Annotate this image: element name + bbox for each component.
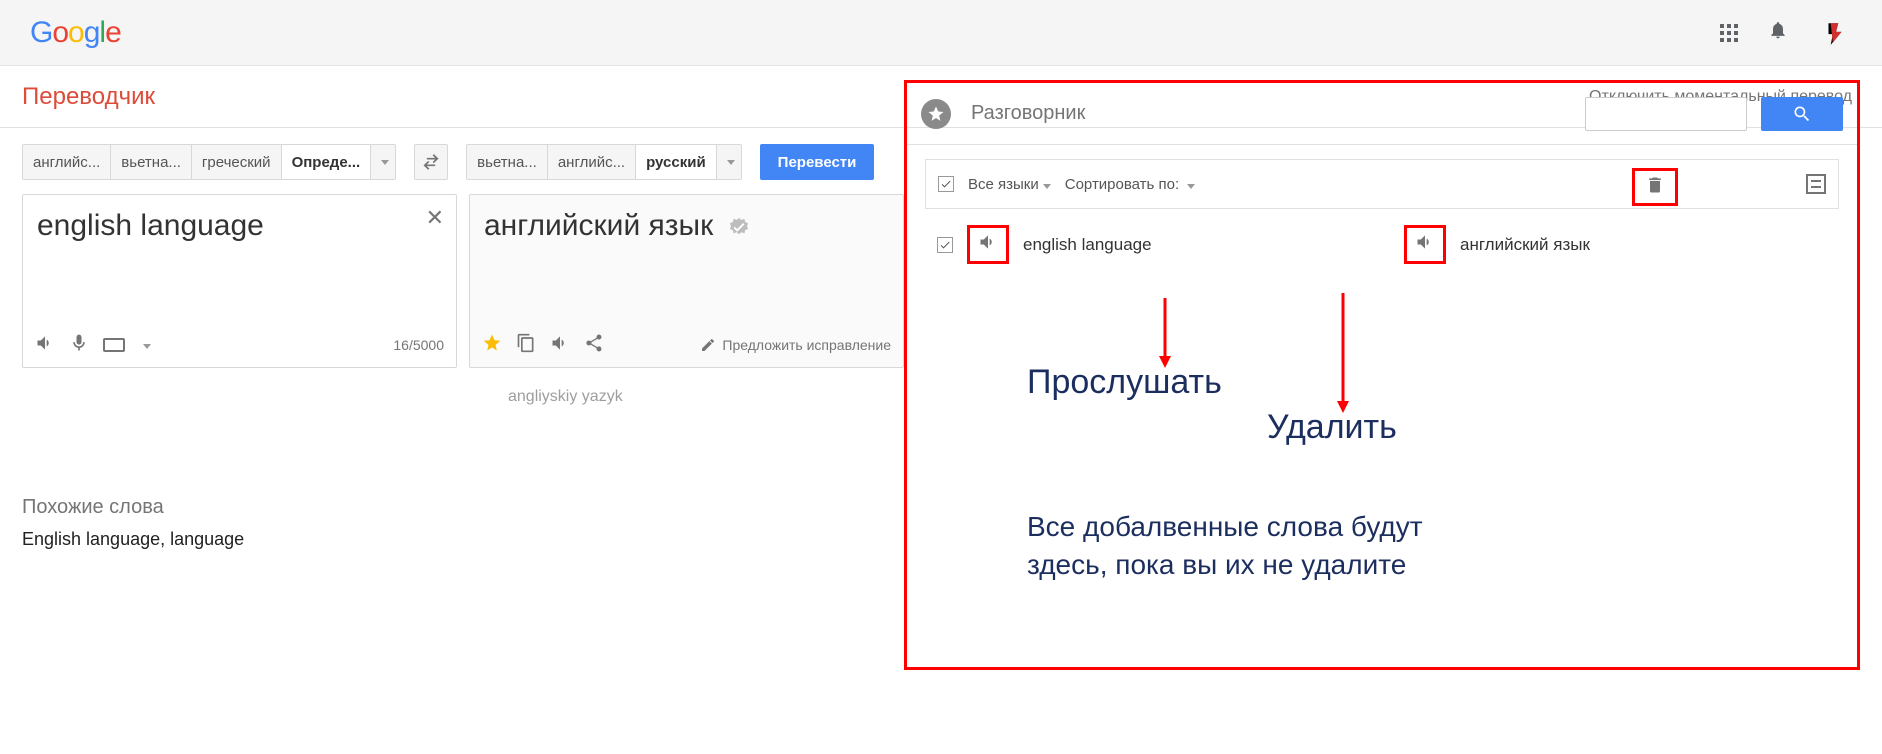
target-lang-tab-0[interactable]: вьетна... (467, 145, 548, 179)
annotation-arrow-delete (1333, 293, 1353, 413)
row-listen-target-icon[interactable] (1415, 232, 1435, 257)
sort-by-filter[interactable]: Сортировать по: (1065, 176, 1196, 193)
annotation-listen: Прослушать (1027, 363, 1222, 402)
phrasebook-search-input[interactable] (1585, 97, 1747, 131)
suggest-edit-label: Предложить исправление (722, 337, 891, 353)
translate-button[interactable]: Перевести (760, 144, 875, 180)
row-checkbox[interactable] (937, 237, 953, 253)
annotation-paragraph: Все добалвенные слова будут здесь, пока … (1027, 508, 1447, 584)
target-lang-tab-1[interactable]: английс... (548, 145, 636, 179)
notifications-icon[interactable] (1768, 20, 1788, 45)
target-text: английский язык (470, 195, 903, 323)
source-lang-dropdown[interactable] (371, 145, 395, 179)
char-count: 16/5000 (393, 337, 444, 353)
phrasebook-panel: Разговорник Все языки Сортировать по: (904, 80, 1860, 670)
delete-icon[interactable] (1645, 182, 1665, 199)
similar-words: English language, language (22, 529, 904, 550)
phrasebook-title: Разговорник (971, 102, 1085, 125)
translate-column: английс... вьетна... греческий Опреде...… (22, 128, 904, 550)
listen-source-highlight (967, 225, 1009, 264)
target-language-tabs: вьетна... английс... русский (466, 144, 742, 180)
share-icon[interactable] (584, 333, 604, 358)
select-all-checkbox[interactable] (938, 176, 954, 192)
language-row: английс... вьетна... греческий Опреде...… (22, 142, 904, 182)
phrasebook-toolbar: Все языки Сортировать по: (925, 159, 1839, 209)
listen-target-icon[interactable] (550, 333, 570, 358)
source-lang-tab-2[interactable]: греческий (192, 145, 282, 179)
listen-source-icon[interactable] (35, 333, 55, 358)
phrasebook-header: Разговорник (907, 83, 1857, 145)
all-languages-filter[interactable]: Все языки (968, 176, 1051, 193)
source-text-value: english language (37, 209, 264, 242)
delete-button-highlight (1632, 168, 1678, 206)
main-area: английс... вьетна... греческий Опреде...… (0, 128, 1882, 550)
row-source-text: english language (1023, 235, 1390, 255)
row-target-text: английский язык (1460, 235, 1827, 255)
listen-target-highlight (1404, 225, 1446, 264)
similar-section: Похожие слова English language, language (22, 496, 904, 550)
target-lang-dropdown[interactable] (717, 145, 741, 179)
source-text[interactable]: english language ✕ (23, 195, 456, 323)
google-logo[interactable]: Google (30, 16, 121, 50)
transliteration: angliyskiy yazyk (508, 388, 904, 406)
swap-languages-button[interactable] (414, 144, 448, 180)
save-star-icon[interactable] (482, 333, 502, 358)
copy-icon[interactable] (516, 333, 536, 358)
source-lang-tab-3[interactable]: Опреде... (282, 145, 372, 179)
row-listen-source-icon[interactable] (978, 232, 998, 257)
similar-title: Похожие слова (22, 496, 904, 519)
keyboard-icon[interactable] (103, 338, 125, 352)
target-box: английский язык Предложить исправлени (469, 194, 904, 368)
annotation-arrow-listen (1155, 298, 1175, 368)
source-language-tabs: английс... вьетна... греческий Опреде... (22, 144, 396, 180)
phrasebook-column: Разговорник Все языки Сортировать по: (904, 128, 1882, 550)
suggest-edit-link[interactable]: Предложить исправление (700, 337, 891, 353)
phrasebook-star-icon[interactable] (921, 99, 951, 129)
target-footer: Предложить исправление (470, 323, 903, 367)
source-lang-tab-0[interactable]: английс... (23, 145, 111, 179)
target-text-value: английский язык (484, 209, 713, 242)
app-title: Переводчик (22, 83, 155, 111)
source-lang-tab-1[interactable]: вьетна... (111, 145, 192, 179)
verified-icon (728, 216, 750, 238)
source-box: english language ✕ 16/5000 (22, 194, 457, 368)
source-footer: 16/5000 (23, 323, 456, 367)
export-sheet-icon[interactable] (1806, 174, 1826, 194)
phrasebook-row[interactable]: english language английский язык (925, 219, 1839, 270)
keyboard-dropdown-icon[interactable] (139, 336, 151, 354)
apps-icon[interactable] (1720, 24, 1738, 42)
user-avatar[interactable] (1818, 16, 1852, 50)
voice-input-icon[interactable] (69, 333, 89, 358)
translation-boxes: english language ✕ 16/5000 английский яз… (22, 194, 904, 368)
clear-source-icon[interactable]: ✕ (426, 205, 444, 231)
header-right (1720, 16, 1852, 50)
target-lang-tab-2[interactable]: русский (636, 145, 717, 179)
phrasebook-search-button[interactable] (1761, 97, 1843, 131)
global-header: Google (0, 0, 1882, 66)
annotation-delete: Удалить (1267, 408, 1397, 447)
